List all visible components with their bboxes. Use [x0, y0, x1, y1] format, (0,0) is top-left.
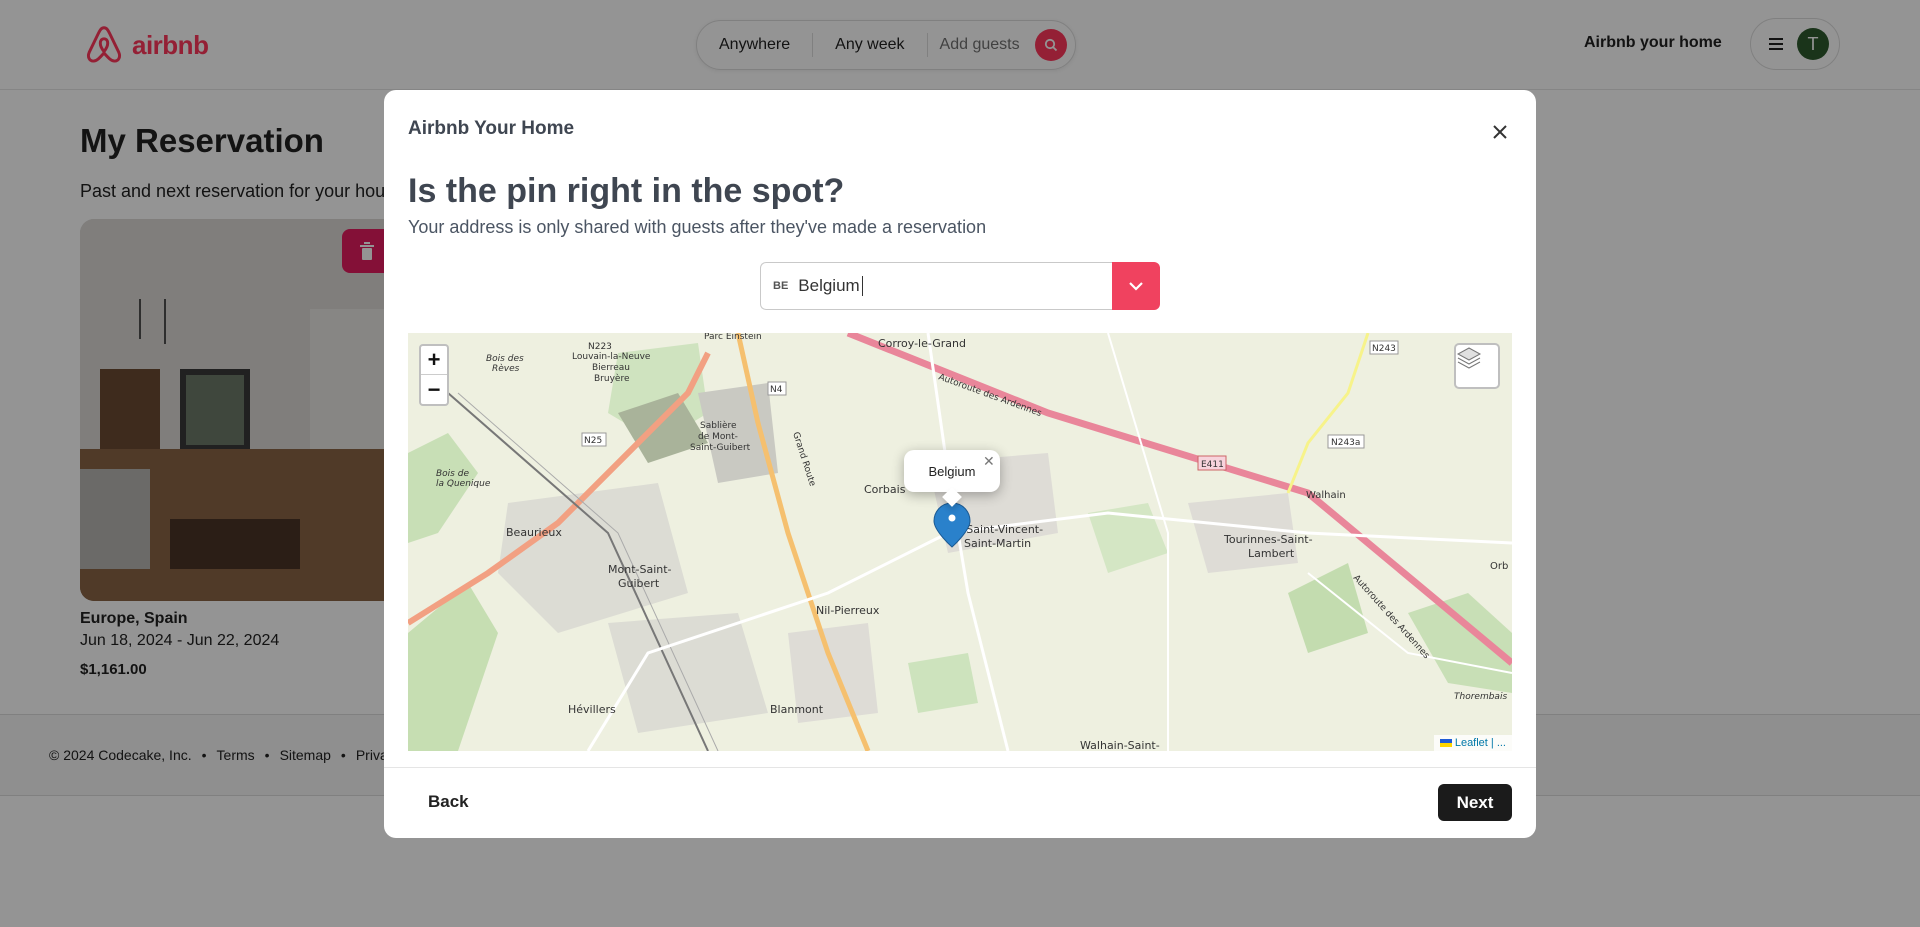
svg-text:N243: N243: [1372, 344, 1396, 354]
svg-text:Walhain-Saint-: Walhain-Saint-: [1080, 739, 1160, 751]
modal-close-button[interactable]: [1486, 118, 1514, 146]
svg-text:Beaurieux: Beaurieux: [506, 526, 562, 539]
svg-text:Hévillers: Hévillers: [568, 703, 616, 716]
svg-text:Thorembais: Thorembais: [1454, 692, 1507, 702]
svg-text:Saint-Martin: Saint-Martin: [964, 537, 1031, 550]
chevron-down-icon: [1129, 282, 1143, 291]
svg-text:la Quenique: la Quenique: [436, 479, 491, 489]
map-attribution[interactable]: Leaflet | ...: [1433, 735, 1512, 751]
svg-text:Bois de: Bois de: [436, 469, 469, 479]
svg-text:Tourinnes-Saint-: Tourinnes-Saint-: [1223, 533, 1313, 546]
attribution-text: Leaflet | ...: [1454, 737, 1506, 749]
svg-text:Bruyère: Bruyère: [594, 373, 630, 384]
svg-text:Lambert: Lambert: [1248, 547, 1295, 560]
modal-subheading: Your address is only shared with guests …: [408, 217, 987, 237]
zoom-in-button[interactable]: +: [421, 346, 447, 375]
svg-text:Corroy-le-Grand: Corroy-le-Grand: [878, 337, 966, 350]
country-value: Belgium: [798, 276, 860, 295]
layers-icon: [1456, 347, 1482, 369]
airbnb-your-home-modal: Airbnb Your Home Is the pin right in the…: [384, 90, 1536, 838]
svg-text:Bierreau: Bierreau: [592, 363, 630, 373]
close-icon: [1493, 125, 1507, 139]
ukraine-flag-icon: [1439, 739, 1452, 748]
svg-text:Saint-Guibert: Saint-Guibert: [690, 443, 751, 453]
location-map[interactable]: Corroy-le-Grand Corbais Nil-Saint-Vincen…: [408, 333, 1512, 751]
svg-text:Parc Einstein: Parc Einstein: [704, 333, 762, 342]
text-cursor: [861, 276, 863, 296]
modal-title: Airbnb Your Home: [408, 118, 575, 139]
back-button[interactable]: Back: [428, 792, 469, 812]
svg-text:Nil-Pierreux: Nil-Pierreux: [816, 604, 880, 617]
modal-footer-divider: [384, 767, 1536, 768]
country-input[interactable]: BE Belgium: [760, 262, 1112, 310]
country-select[interactable]: BE Belgium: [760, 262, 1160, 310]
zoom-out-button[interactable]: −: [421, 375, 447, 404]
svg-text:Rèves: Rèves: [492, 363, 520, 374]
country-dropdown-button[interactable]: [1112, 262, 1160, 310]
popup-close-icon[interactable]: ✕: [983, 453, 995, 470]
svg-text:N25: N25: [584, 436, 602, 446]
svg-text:Bois des: Bois des: [486, 354, 524, 364]
svg-text:E411: E411: [1201, 460, 1224, 470]
svg-text:Louvain-la-Neuve: Louvain-la-Neuve: [572, 352, 651, 362]
svg-text:de Mont-: de Mont-: [698, 432, 738, 442]
svg-text:N4: N4: [770, 385, 783, 395]
svg-text:Guibert: Guibert: [618, 577, 660, 590]
svg-text:Blanmont: Blanmont: [770, 703, 824, 716]
svg-text:N243a: N243a: [1331, 438, 1360, 448]
country-flag: BE: [773, 280, 789, 292]
svg-text:Walhain: Walhain: [1306, 490, 1346, 501]
map-layers-button[interactable]: [1454, 343, 1500, 389]
map-tiles: Corroy-le-Grand Corbais Nil-Saint-Vincen…: [408, 333, 1512, 751]
svg-text:Corbais: Corbais: [864, 483, 906, 496]
modal-heading: Is the pin right in the spot?: [408, 172, 845, 210]
svg-text:Sablière: Sablière: [700, 420, 737, 431]
svg-text:Orb: Orb: [1490, 561, 1508, 572]
map-zoom-control: + −: [419, 344, 449, 406]
popup-text: Belgium: [928, 463, 976, 479]
next-button[interactable]: Next: [1438, 784, 1512, 821]
svg-text:N223: N223: [588, 342, 612, 352]
svg-text:Mont-Saint-: Mont-Saint-: [608, 563, 672, 576]
